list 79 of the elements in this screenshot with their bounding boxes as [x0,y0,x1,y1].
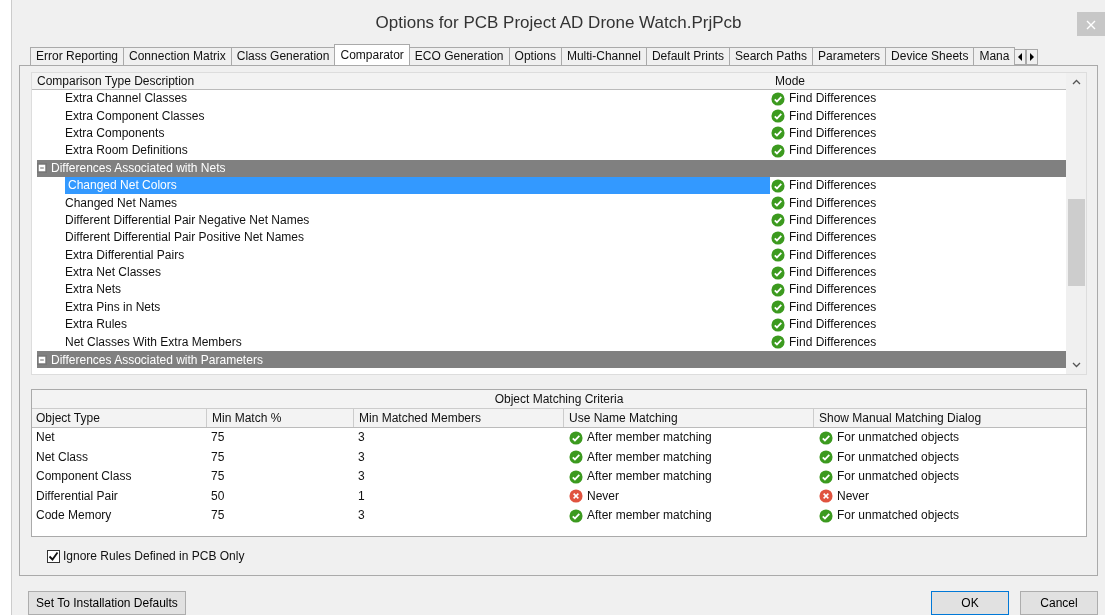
tree-item[interactable]: Extra Differential Pairs [65,246,185,264]
tree-item[interactable]: Changed Net Names [65,194,178,212]
defaults-button[interactable]: Set To Installation Defaults [28,591,186,615]
mode-text: Find Differences [789,107,877,125]
checkbox[interactable] [47,549,60,563]
tab[interactable]: Comparator [334,44,410,65]
mode-text: Find Differences [789,298,877,316]
ok-button[interactable]: OK [931,591,1009,615]
mode-text: Find Differences [789,90,877,108]
table-cell-text: For unmatched objects [837,468,960,486]
tree-item[interactable]: Extra Room Definitions [65,142,188,160]
table-cell-text: Never [837,487,869,505]
table-cell-text: Component Class [36,468,133,485]
mode-text: Find Differences [789,316,877,334]
table-cell-text: 3 [357,468,366,485]
tree-item[interactable]: Extra Nets [65,281,121,299]
collapse-icon[interactable] [37,354,47,365]
column-header: Comparison Type Description [36,73,195,89]
right-arrow-icon [1029,52,1036,61]
tree-item[interactable]: Extra Pins in Nets [65,298,161,316]
mode-text: Find Differences [789,264,877,282]
window-title: Options for PCB Project AD Drone Watch.PrjPcb [375,12,742,35]
mode-text: Find Differences [789,333,877,351]
table-cell-text: Net [36,429,56,446]
mode-text: Find Differences [789,246,877,264]
tree-item[interactable]: Extra Net Classes [65,264,162,282]
table-cell-text: Net Class [36,448,89,466]
close-icon [1086,20,1096,31]
scroll-up-icon[interactable] [1071,79,1081,85]
table-cell-text: 3 [357,429,366,446]
mode-text: Find Differences [789,142,877,160]
scroll-right-button[interactable] [1026,49,1039,65]
table-cell-text: 3 [357,507,366,524]
table-cell-text: 1 [357,487,366,505]
tab[interactable]: Options [508,47,562,65]
table-cell-text: After member matching [587,468,712,486]
table-title: Object Matching Criteria [494,392,624,406]
table-cell-text: After member matching [587,429,712,447]
table-cell-text: For unmatched objects [837,448,960,466]
mode-text: Find Differences [789,229,877,247]
tree-item[interactable]: Extra Channel Classes [65,90,188,108]
table-cell-text: 75 [210,448,226,466]
mode-text: Find Differences [789,124,877,142]
column-header: Min Matched Members [353,409,563,427]
tab[interactable]: Error Reporting [30,47,125,65]
scrollbar-thumb[interactable] [1067,199,1085,286]
table-cell-text: 3 [357,448,366,466]
table-cell-text: After member matching [587,507,712,525]
table-cell-text: 75 [210,468,226,485]
column-header: Object Type [36,410,101,427]
mode-text: Find Differences [789,281,877,299]
table-cell-text: 50 [210,487,226,505]
column-header: Mode [774,73,806,89]
table-cell-text: For unmatched objects [837,507,960,525]
mode-text: Find Differences [789,211,877,229]
table-cell-text: 75 [210,429,226,446]
scroll-down-icon[interactable] [1071,362,1081,368]
tree-item[interactable]: Net Classes With Extra Members [65,333,242,351]
tree-item[interactable]: Different Differential Pair Negative Net Names [65,211,310,229]
column-header: Use Name Matching [563,409,813,427]
mode-text: Find Differences [789,177,877,195]
checkbox-label: Ignore Rules Defined in PCB Only [63,548,245,565]
table-cell-text: 75 [210,507,226,524]
table-cell-text: Code Memory [36,507,113,524]
mode-text: Find Differences [789,194,877,212]
cancel-button[interactable]: Cancel [1020,591,1098,615]
scroll-left-button[interactable] [1014,49,1027,65]
table-cell-text: Never [587,487,619,505]
table-cell-text: After member matching [587,448,712,466]
column-header: Show Manual Matching Dialog [813,409,1086,427]
table-cell-text: For unmatched objects [837,429,960,447]
tree-item[interactable]: Extra Component Classes [65,107,205,125]
tree-item[interactable]: Extra Components [65,124,165,142]
tree-item[interactable]: Different Differential Pair Positive Net Names [65,229,304,247]
tree-item[interactable]: Extra Rules [65,316,128,334]
left-arrow-icon [1017,52,1024,61]
table-cell-text: Differential Pair [36,487,119,505]
column-header: Min Match % [206,409,353,427]
collapse-icon[interactable] [37,163,47,174]
